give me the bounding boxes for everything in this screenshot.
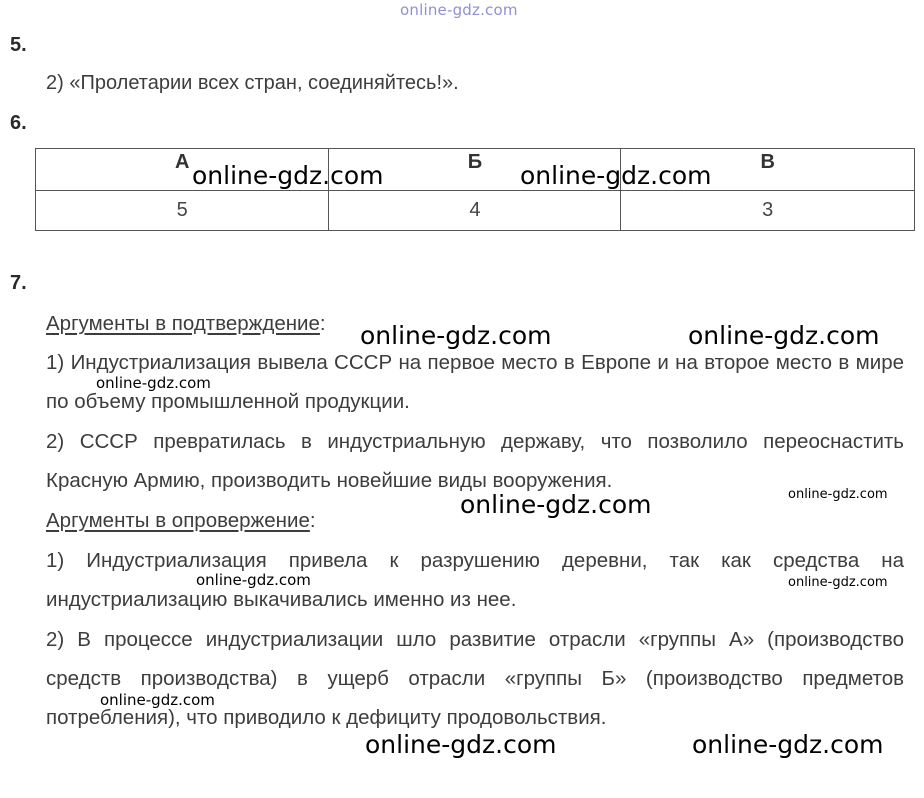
- watermark: online-gdz.com: [196, 571, 311, 589]
- watermark: online-gdz.com: [460, 490, 652, 519]
- contra-argument-2: 2) В процессе индустриализации шло разви…: [46, 628, 904, 729]
- table-cell-v: 3: [620, 190, 915, 231]
- table-cell-a: 5: [34, 190, 330, 231]
- table-row: 5 4 3: [34, 190, 915, 231]
- contra-heading-text: Аргументы в опровержение: [46, 509, 310, 532]
- watermark: online-gdz.com: [788, 575, 888, 590]
- contra-heading: Аргументы в опровержение:: [46, 509, 316, 533]
- pro-heading: Аргументы в подтверждение:: [46, 312, 326, 336]
- question-7-number: 7.: [10, 272, 27, 294]
- question-6-number: 6.: [10, 112, 27, 134]
- watermark: online-gdz.com: [692, 730, 884, 759]
- watermark: online-gdz.com: [100, 691, 215, 709]
- watermark: online-gdz.com: [365, 730, 557, 759]
- contra-heading-colon: :: [309, 509, 316, 532]
- pro-heading-text: Аргументы в подтверждение: [46, 312, 320, 335]
- watermark: online-gdz.com: [520, 161, 712, 190]
- contra-argument-1: 1) Индустриализация привела к разрушению…: [46, 549, 904, 611]
- watermark: online-gdz.com: [688, 321, 880, 350]
- watermark: online-gdz.com: [192, 161, 384, 190]
- table-cell-b: 4: [328, 190, 622, 231]
- question-5-answer: 2) «Пролетарии всех стран, соединяйтесь!…: [46, 72, 459, 94]
- pro-argument-2: 2) СССР превратилась в индустриальную де…: [46, 430, 904, 492]
- watermark: online-gdz.com: [360, 321, 552, 350]
- table-header-row: А Б В: [34, 148, 915, 191]
- pro-heading-colon: :: [319, 312, 326, 335]
- watermark-top: online-gdz.com: [400, 1, 518, 19]
- answer-table: А Б В 5 4 3: [34, 148, 915, 231]
- watermark: online-gdz.com: [96, 374, 211, 392]
- question-5-number: 5.: [10, 34, 27, 56]
- watermark: online-gdz.com: [788, 487, 888, 502]
